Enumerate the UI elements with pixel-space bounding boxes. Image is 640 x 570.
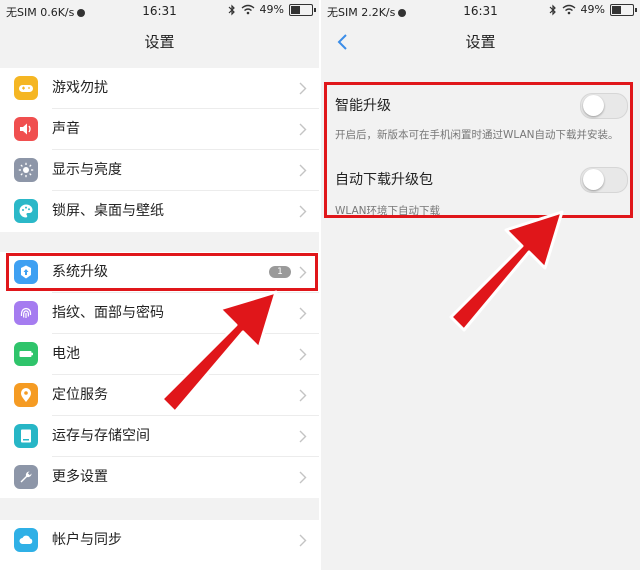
bluetooth-icon <box>549 4 556 15</box>
status-bar: 无SIM 2.2K/s 16:31 49% <box>321 0 640 22</box>
palette-icon <box>14 199 38 223</box>
settings-item-accounts[interactable]: 帐户与同步 <box>0 520 319 561</box>
fingerprint-icon <box>14 301 38 325</box>
chevron-right-icon <box>299 164 307 177</box>
settings-item-more[interactable]: 更多设置 <box>0 457 319 498</box>
bluetooth-icon <box>228 4 235 15</box>
status-bar: 无SIM 0.6K/s 16:31 49% <box>0 0 319 22</box>
battery-fill <box>612 5 621 14</box>
settings-item-label: 定位服务 <box>52 387 108 403</box>
nav-bar: 设置 <box>0 22 319 62</box>
chevron-right-icon <box>299 348 307 361</box>
chevron-right-icon <box>299 389 307 402</box>
settings-item-battery[interactable]: 电池 <box>0 334 319 375</box>
settings-item-label: 运存与存储空间 <box>52 428 150 444</box>
highlight-box-system-upgrade <box>6 253 318 291</box>
wrench-icon <box>14 465 38 489</box>
page-title: 设置 <box>465 33 496 51</box>
speaker-icon <box>14 117 38 141</box>
battery-percent: 49% <box>580 3 605 16</box>
wifi-icon <box>241 4 254 15</box>
battery-icon <box>14 342 38 366</box>
settings-item-storage[interactable]: 运存与存储空间 <box>0 416 319 457</box>
battery-icon <box>610 3 637 16</box>
storage-icon <box>14 424 38 448</box>
wifi-icon <box>562 4 575 15</box>
brightness-icon <box>14 158 38 182</box>
cloud-icon <box>14 528 38 552</box>
page-title: 设置 <box>144 33 175 51</box>
settings-item-sound[interactable]: 声音 <box>0 109 319 150</box>
settings-item-label: 声音 <box>52 121 80 137</box>
chevron-right-icon <box>299 82 307 95</box>
nav-bar: 设置 <box>321 22 640 62</box>
battery-percent: 49% <box>259 3 284 16</box>
gamepad-icon <box>14 76 38 100</box>
settings-group-1: 游戏勿扰 声音 显示与亮度 锁屏、桌面与壁纸 <box>0 68 319 232</box>
settings-item-label: 帐户与同步 <box>52 532 122 548</box>
back-arrow-icon[interactable] <box>331 28 355 56</box>
chevron-right-icon <box>299 123 307 136</box>
settings-item-label: 指纹、面部与密码 <box>52 305 164 321</box>
highlight-box-upgrade-options <box>324 82 633 218</box>
battery-icon <box>289 3 316 16</box>
settings-group-3: 帐户与同步 <box>0 520 319 570</box>
chevron-right-icon <box>299 307 307 320</box>
settings-item-label: 显示与亮度 <box>52 162 122 178</box>
settings-item-wallpaper[interactable]: 锁屏、桌面与壁纸 <box>0 191 319 232</box>
location-icon <box>14 383 38 407</box>
settings-screen: 无SIM 0.6K/s 16:31 49% 设置 游戏勿扰 声音 显示与亮度 锁… <box>0 0 319 570</box>
settings-item-label: 电池 <box>52 346 80 362</box>
settings-item-label: 锁屏、桌面与壁纸 <box>52 203 164 219</box>
settings-item-label: 更多设置 <box>52 469 108 485</box>
chevron-right-icon <box>299 534 307 547</box>
chevron-right-icon <box>299 471 307 484</box>
settings-item-security[interactable]: 指纹、面部与密码 <box>0 293 319 334</box>
chevron-right-icon <box>299 430 307 443</box>
settings-item-game-mode[interactable]: 游戏勿扰 <box>0 68 319 109</box>
screenshot-composite: 无SIM 0.6K/s 16:31 49% 设置 游戏勿扰 声音 显示与亮度 锁… <box>0 0 640 570</box>
settings-item-label: 游戏勿扰 <box>52 80 108 96</box>
system-upgrade-settings-screen: 无SIM 2.2K/s 16:31 49% 设置 智能升级 开启后，新版本可在手… <box>321 0 640 570</box>
battery-fill <box>291 5 300 14</box>
settings-item-display[interactable]: 显示与亮度 <box>0 150 319 191</box>
chevron-right-icon <box>299 205 307 218</box>
settings-item-location[interactable]: 定位服务 <box>0 375 319 416</box>
